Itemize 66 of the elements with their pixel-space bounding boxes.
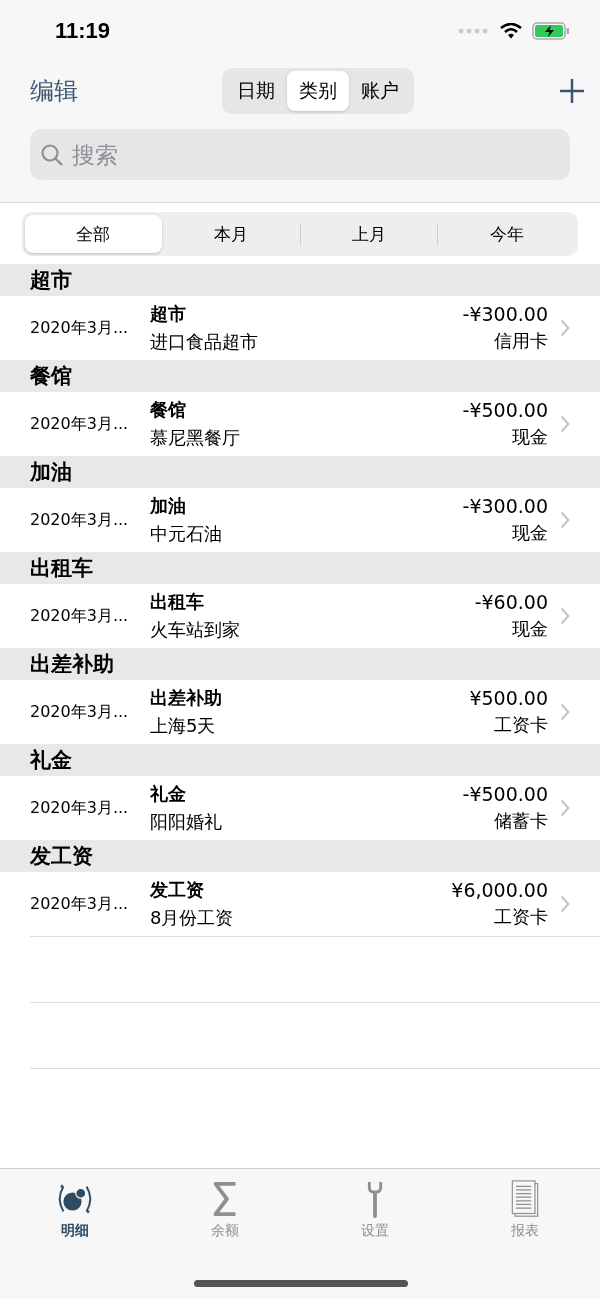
signal-icon [458,28,490,34]
segment-tab[interactable]: 账户 [349,71,411,111]
amount-text: ¥6,000.00 [451,879,548,901]
chevron-icon [560,319,570,337]
account-text: 现金 [512,617,548,641]
section-header: 超市 [0,264,600,296]
category-text: 加油 [150,494,187,518]
add-icon[interactable] [558,77,586,105]
wifi-icon [500,23,522,39]
chevron-icon [560,703,570,721]
category-text: 礼金 [150,782,187,806]
segment-tab[interactable]: 类别 [287,71,349,111]
note-text: 中元石油 [150,522,223,546]
account-text: 信用卡 [494,329,548,353]
category-text: 超市 [150,302,187,326]
date-text: 2020年3月... [30,701,130,723]
amount-text: -¥300.00 [462,495,548,517]
chevron-icon [560,415,570,433]
date-text: 2020年3月... [30,797,130,819]
category-text: 出租车 [150,590,205,614]
period-tab[interactable]: 全部 [25,215,162,253]
document-icon [509,1180,541,1218]
chevron-icon [560,511,570,529]
amount-text: ¥500.00 [469,687,548,709]
amount-text: -¥500.00 [462,783,548,805]
account-text: 工资卡 [494,905,548,929]
date-text: 2020年3月... [30,317,130,339]
note-text: 上海5天 [150,714,217,738]
account-text: 现金 [512,521,548,545]
section-header: 餐馆 [0,360,600,392]
amount-text: -¥500.00 [462,399,548,421]
status-time: 11:19 [55,18,111,44]
date-text: 2020年3月... [30,509,130,531]
note-text: 阳阳婚礼 [150,810,223,834]
tab-bar-item[interactable]: 明细 [0,1179,150,1241]
chevron-icon [560,895,570,913]
account-text: 工资卡 [494,713,548,737]
search-field[interactable]: 搜索 [30,129,570,180]
section-header: 加油 [0,456,600,488]
date-text: 2020年3月... [30,893,130,915]
segment-tab[interactable]: 日期 [225,71,287,111]
amount-text: -¥300.00 [462,303,548,325]
period-tab[interactable]: 今年 [438,215,575,253]
note-text: 8月份工资 [150,906,235,930]
amount-text: -¥60.00 [474,591,548,613]
category-text: 出差补助 [150,686,223,710]
chevron-icon [560,799,570,817]
note-text: 火车站到家 [150,618,241,642]
note-text: 进口食品超市 [150,330,259,354]
edit-link[interactable]: 编辑 [30,75,78,107]
section-header: 发工资 [0,840,600,872]
note-text: 慕尼黑餐厅 [150,426,241,450]
period-tab[interactable]: 上月 [300,215,438,253]
date-text: 2020年3月... [30,605,130,627]
battery-charging-icon [532,22,570,40]
account-text: 储蓄卡 [494,809,548,833]
section-header: 出租车 [0,552,600,584]
section-header: 出差补助 [0,648,600,680]
search-icon [40,143,64,167]
period-tab[interactable]: 本月 [162,215,300,253]
account-text: 现金 [512,425,548,449]
date-text: 2020年3月... [30,413,130,435]
category-text: 餐馆 [150,398,187,422]
category-text: 发工资 [150,878,205,902]
section-header: 礼金 [0,744,600,776]
chevron-icon [560,607,570,625]
